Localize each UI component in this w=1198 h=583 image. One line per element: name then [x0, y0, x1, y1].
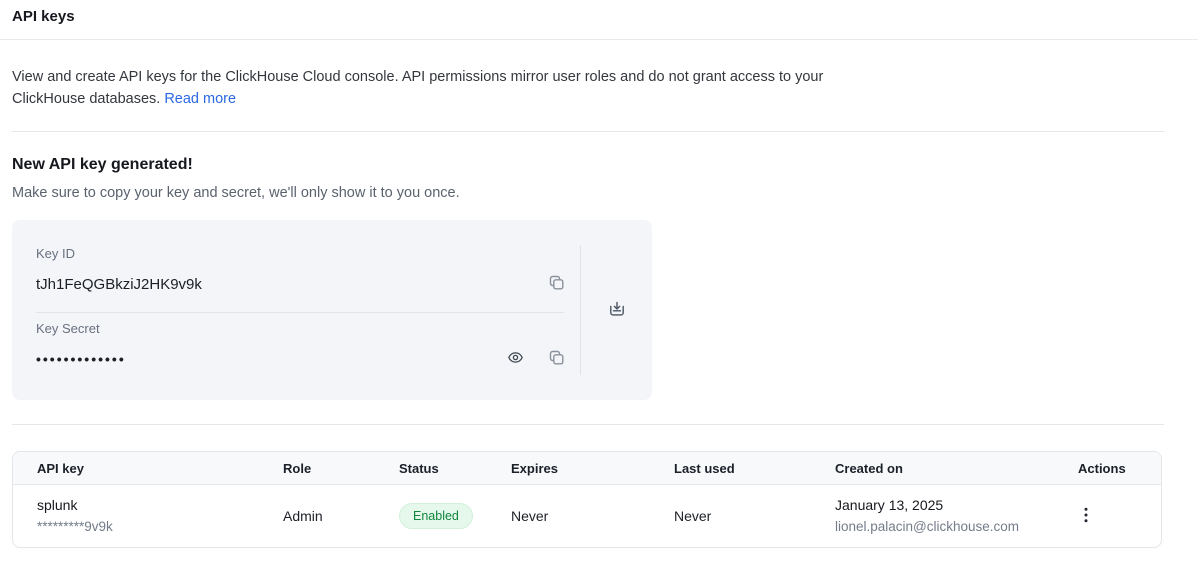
download-icon [608, 300, 626, 321]
copy-key-id-button[interactable] [542, 270, 570, 298]
table-header-row: API key Role Status Expires Last used Cr… [13, 452, 1161, 485]
cell-status: Enabled [387, 485, 499, 548]
banner-title: New API key generated! [12, 156, 1186, 174]
key-id-label: Key ID [36, 246, 570, 262]
copy-secret-button[interactable] [542, 345, 570, 373]
column-header-status: Status [387, 452, 499, 485]
status-badge: Enabled [399, 503, 473, 529]
created-by-email: lionel.palacin@clickhouse.com [835, 517, 1054, 536]
column-header-actions: Actions [1066, 452, 1161, 485]
reveal-secret-button[interactable] [501, 345, 529, 373]
key-secret-label: Key Secret [36, 321, 570, 337]
cell-created-on: January 13, 2025 lionel.palacin@clickhou… [823, 485, 1066, 548]
column-header-last-used: Last used [662, 452, 823, 485]
generated-key-card: Key ID tJh1FeQGBkziJ2HK9v9k Key S [12, 220, 652, 400]
created-date: January 13, 2025 [835, 496, 1054, 515]
cell-role: Admin [271, 485, 387, 548]
key-fields: Key ID tJh1FeQGBkziJ2HK9v9k Key S [12, 220, 580, 400]
api-key-name: splunk [37, 496, 259, 515]
cell-expires: Never [499, 485, 662, 548]
row-actions-button[interactable] [1078, 503, 1094, 530]
key-id-row: tJh1FeQGBkziJ2HK9v9k [36, 270, 570, 298]
api-keys-table: API key Role Status Expires Last used Cr… [12, 451, 1162, 548]
banner-subtitle: Make sure to copy your key and secret, w… [12, 185, 1186, 201]
eye-icon [507, 349, 524, 369]
column-header-api-key: API key [13, 452, 271, 485]
column-header-role: Role [271, 452, 387, 485]
divider [12, 424, 1164, 425]
download-key-button[interactable] [603, 296, 631, 324]
cell-last-used: Never [662, 485, 823, 548]
page-header: API keys [0, 0, 1198, 40]
card-divider [36, 312, 564, 313]
copy-icon [548, 274, 565, 294]
page-description-text: View and create API keys for the ClickHo… [12, 69, 823, 107]
page-description: View and create API keys for the ClickHo… [12, 40, 824, 110]
cell-api-key: splunk *********9v9k [13, 485, 271, 548]
page-title: API keys [0, 0, 1198, 25]
key-id-value: tJh1FeQGBkziJ2HK9v9k [36, 276, 202, 293]
cell-actions [1066, 485, 1161, 548]
divider [12, 131, 1164, 132]
copy-icon [548, 349, 565, 369]
api-key-masked: *********9v9k [37, 517, 259, 536]
download-column [581, 220, 652, 400]
table-row: splunk *********9v9k Admin Enabled Never… [13, 485, 1161, 548]
column-header-expires: Expires [499, 452, 662, 485]
key-secret-row: ••••••••••••• [36, 345, 570, 373]
column-header-created-on: Created on [823, 452, 1066, 485]
read-more-link[interactable]: Read more [164, 91, 236, 107]
kebab-menu-icon [1084, 507, 1088, 526]
key-secret-value: ••••••••••••• [36, 351, 126, 367]
api-keys-page: API keys View and create API keys for th… [0, 0, 1198, 548]
